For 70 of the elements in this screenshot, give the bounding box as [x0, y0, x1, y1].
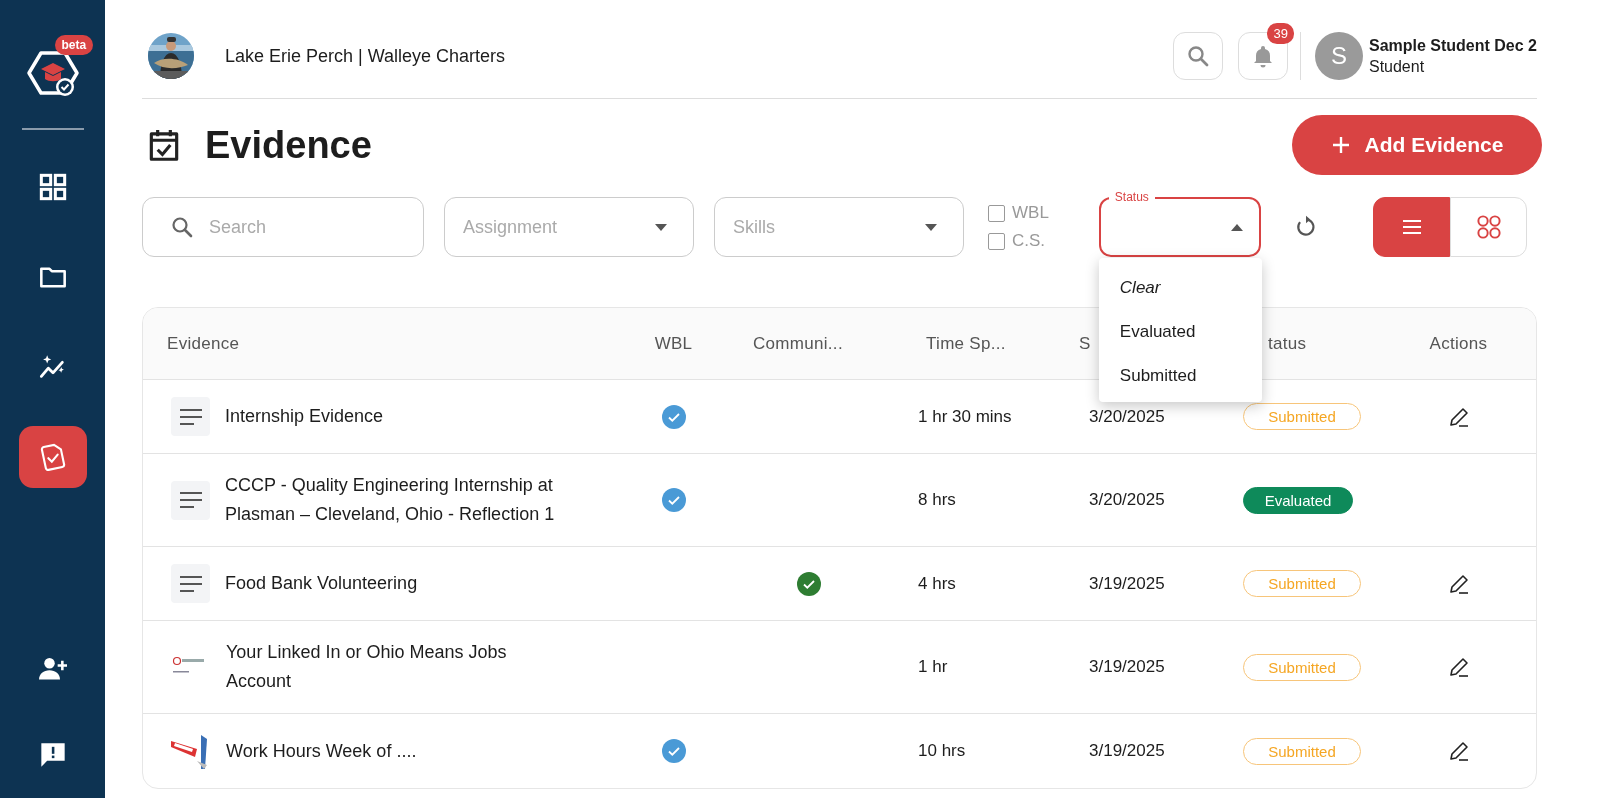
caret-down-icon	[925, 223, 937, 231]
evidence-title[interactable]: Your Linked In or Ohio Means Jobs Account	[226, 638, 571, 696]
checkbox-label: C.S.	[1012, 231, 1046, 251]
checkbox[interactable]	[988, 232, 1005, 250]
table-cell-text: 3/19/2025	[1088, 740, 1166, 762]
grid-icon	[1475, 214, 1502, 240]
status-badge: Submitted	[1243, 403, 1361, 430]
beta-badge: beta	[54, 35, 94, 55]
edit-button[interactable]	[1447, 572, 1470, 595]
status-badge: Submitted	[1243, 570, 1361, 597]
grid-view-button[interactable]	[1450, 197, 1527, 257]
caret-down-icon	[655, 223, 667, 231]
table-cell-text: 3/19/2025	[1088, 656, 1166, 678]
page-title: Evidence	[205, 123, 372, 167]
search-icon	[170, 215, 194, 239]
feedback-icon	[38, 741, 67, 769]
evidence-title[interactable]: Work Hours Week of ....	[226, 736, 417, 766]
table-cell-text: 3/20/2025	[1088, 405, 1166, 428]
table-cell-text: 1 hr 30 mins	[917, 405, 1013, 428]
add-user-icon	[38, 655, 67, 683]
column-header: Evidence	[167, 333, 240, 354]
status-badge: Submitted	[1243, 653, 1361, 681]
column-header: Time Sp...	[926, 333, 1006, 354]
table-cell-text: 8 hrs	[917, 489, 957, 511]
edit-button[interactable]	[1447, 656, 1470, 678]
table-cell-text: 10 hrs	[917, 740, 967, 762]
pencil-icon	[1447, 405, 1470, 428]
column-header: tatus	[1268, 333, 1307, 354]
edit-button[interactable]	[1447, 405, 1470, 428]
lines-icon	[179, 491, 202, 509]
column-header: S	[1079, 333, 1091, 354]
organization-name: Lake Erie Perch | Walleye Charters	[225, 45, 506, 67]
search-button[interactable]	[1172, 32, 1223, 80]
user-role: Student	[1368, 57, 1426, 76]
table-cell-text: 3/20/2025	[1088, 489, 1166, 511]
checkbox[interactable]	[988, 204, 1005, 222]
column-header: Communi...	[753, 333, 843, 354]
lines-icon	[179, 574, 202, 593]
table-cell-text: 3/19/2025	[1088, 572, 1166, 595]
search-field[interactable]: Search	[142, 197, 424, 257]
table-cell-text: 1 hr	[917, 656, 949, 678]
column-header: WBL	[654, 333, 693, 354]
evidence-title[interactable]: Food Bank Volunteering	[225, 569, 418, 598]
menu-item[interactable]: Evaluated	[1098, 310, 1262, 354]
user-avatar: S	[1314, 32, 1363, 80]
pencil-icon	[1447, 572, 1470, 595]
table-cell-text: 4 hrs	[917, 572, 957, 595]
checkbox-label: WBL	[1012, 203, 1049, 223]
edit-button[interactable]	[1447, 740, 1470, 762]
status-badge: Submitted	[1243, 737, 1361, 765]
list-view-button[interactable]	[1373, 197, 1450, 257]
pencil-icon	[1447, 656, 1470, 678]
user-name: Sample Student Dec 2	[1368, 36, 1537, 55]
plus-icon	[1330, 135, 1351, 155]
document-check-icon	[38, 443, 67, 471]
lines-icon	[179, 407, 202, 426]
menu-item[interactable]: Clear	[1098, 266, 1262, 310]
evidence-title[interactable]: Internship Evidence	[225, 402, 384, 431]
search-icon	[1185, 44, 1210, 68]
evidence-title[interactable]: CCCP - Quality Engineering Internship at Plasman – Cleveland, Ohio - Reflection 1	[225, 471, 570, 529]
add-evidence-button[interactable]: Add Evidence	[1292, 115, 1542, 175]
sidebar-item[interactable]	[18, 426, 87, 488]
caret-up-icon	[1230, 223, 1243, 231]
grid-icon	[38, 173, 67, 201]
column-header: Actions	[1429, 333, 1488, 354]
pencil-icon	[1447, 740, 1470, 762]
menu-item[interactable]: Submitted	[1098, 354, 1262, 398]
sparkle-chart-icon	[38, 353, 67, 381]
notification-badge: 39	[1267, 23, 1294, 44]
status-badge: Evaluated	[1243, 486, 1353, 514]
